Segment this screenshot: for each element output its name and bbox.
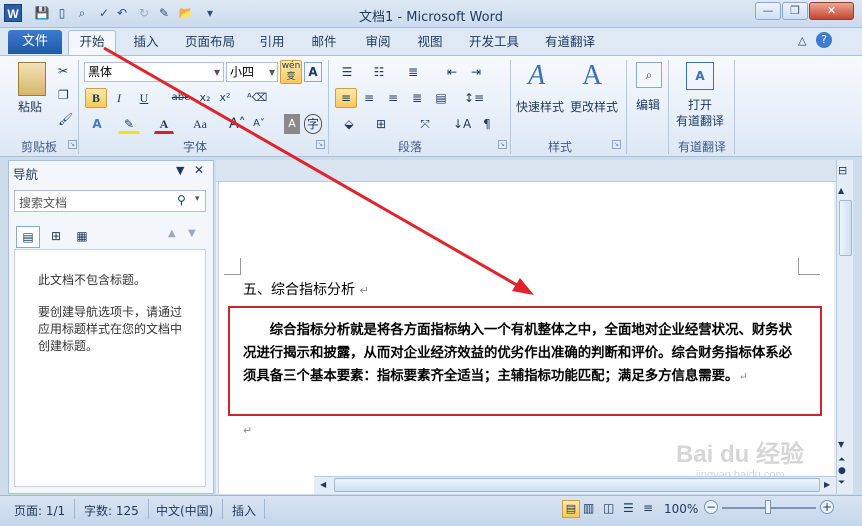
baidu-watermark: Bai du 经验 jingyan.baidu.com: [676, 434, 826, 481]
scroll-up-icon[interactable]: ▲: [838, 186, 844, 195]
prev-page-icon[interactable]: ⏶: [838, 455, 845, 465]
browse-object-icon[interactable]: ●: [838, 466, 846, 476]
status-insert-mode[interactable]: 插入: [232, 502, 256, 519]
next-page-icon[interactable]: ⏷: [838, 478, 845, 488]
status-separator: [264, 499, 265, 519]
zoom-slider-thumb[interactable]: [765, 500, 771, 514]
ruler-toggle-icon[interactable]: ⊟: [838, 164, 847, 177]
arrow-line: [103, 46, 523, 290]
zoom-out-icon[interactable]: −: [704, 500, 718, 514]
web-layout-icon[interactable]: ◫: [603, 501, 614, 515]
reading-view-icon[interactable]: ▥: [583, 501, 594, 515]
status-separator: [222, 499, 223, 519]
outline-view-icon[interactable]: ☰: [623, 501, 634, 515]
scroll-down-icon[interactable]: ▼: [838, 440, 844, 449]
scroll-left-icon[interactable]: ◀: [320, 480, 326, 489]
scroll-right-icon[interactable]: ▶: [824, 480, 830, 489]
status-page[interactable]: 页面: 1/1: [14, 502, 65, 519]
status-separator: [74, 499, 75, 519]
vertical-scroll-thumb[interactable]: [839, 200, 852, 256]
watermark-brand: Bai du 经验: [676, 441, 805, 468]
arrow-head: [512, 278, 534, 295]
zoom-in-icon[interactable]: +: [820, 500, 834, 514]
horizontal-scroll-thumb[interactable]: [334, 478, 820, 492]
print-layout-view-icon[interactable]: ▤: [562, 500, 580, 518]
status-separator: [148, 499, 149, 519]
zoom-level[interactable]: 100%: [664, 502, 698, 516]
draft-view-icon[interactable]: ≡: [643, 501, 653, 515]
status-word-count[interactable]: 字数: 125: [84, 502, 139, 519]
status-language[interactable]: 中文(中国): [156, 502, 213, 519]
